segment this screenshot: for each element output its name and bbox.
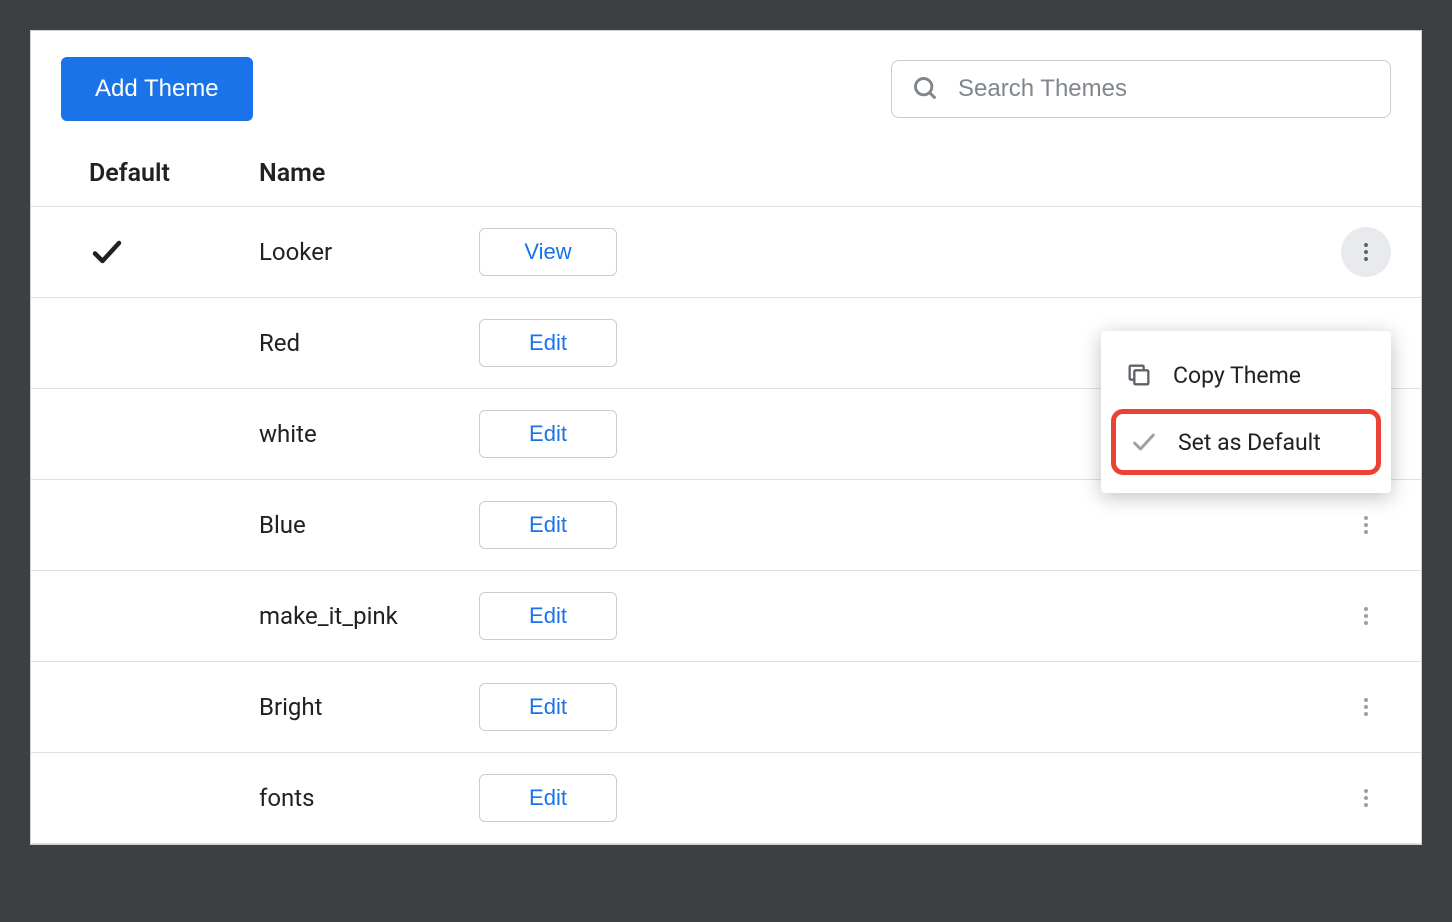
- copy-theme-menu-item[interactable]: Copy Theme: [1101, 345, 1391, 405]
- more-vertical-icon: [1354, 513, 1378, 537]
- theme-name: Blue: [259, 511, 479, 539]
- more-options-button[interactable]: [1341, 500, 1391, 550]
- column-header-name: Name: [259, 159, 479, 188]
- edit-button[interactable]: Edit: [479, 683, 617, 731]
- edit-button[interactable]: Edit: [479, 410, 617, 458]
- menu-item-label: Copy Theme: [1173, 362, 1301, 389]
- table-row: Bright Edit: [31, 662, 1421, 753]
- edit-button[interactable]: Edit: [479, 319, 617, 367]
- theme-name: Looker: [259, 238, 479, 266]
- edit-button[interactable]: Edit: [479, 592, 617, 640]
- more-vertical-icon: [1354, 604, 1378, 628]
- check-icon: [1130, 428, 1158, 456]
- theme-name: white: [259, 420, 479, 448]
- copy-icon: [1125, 361, 1153, 389]
- header: Add Theme: [31, 31, 1421, 141]
- table-row: make_it_pink Edit: [31, 571, 1421, 662]
- search-wrapper[interactable]: [891, 60, 1391, 118]
- more-options-button[interactable]: [1341, 682, 1391, 732]
- edit-button[interactable]: Edit: [479, 774, 617, 822]
- add-theme-button[interactable]: Add Theme: [61, 57, 253, 121]
- more-options-button[interactable]: [1341, 227, 1391, 277]
- theme-name: Red: [259, 329, 479, 357]
- table-row: fonts Edit: [31, 753, 1421, 844]
- theme-name: fonts: [259, 784, 479, 812]
- theme-name: make_it_pink: [259, 602, 479, 630]
- column-header-default: Default: [89, 159, 259, 188]
- set-as-default-menu-item[interactable]: Set as Default: [1111, 409, 1381, 475]
- more-vertical-icon: [1354, 240, 1378, 264]
- more-options-button[interactable]: [1341, 773, 1391, 823]
- view-button[interactable]: View: [479, 228, 617, 276]
- menu-item-label: Set as Default: [1178, 429, 1321, 456]
- more-options-button[interactable]: [1341, 591, 1391, 641]
- search-icon: [912, 75, 940, 103]
- more-vertical-icon: [1354, 786, 1378, 810]
- table-row: Looker View: [31, 207, 1421, 298]
- search-input[interactable]: [958, 75, 1370, 103]
- more-vertical-icon: [1354, 695, 1378, 719]
- themes-panel: Add Theme Default Name: [30, 30, 1422, 845]
- table-row: Blue Edit: [31, 480, 1421, 571]
- table-header: Default Name: [31, 141, 1421, 207]
- more-options-menu: Copy Theme Set as Default: [1101, 331, 1391, 493]
- theme-name: Bright: [259, 693, 479, 721]
- default-cell: [89, 234, 259, 270]
- edit-button[interactable]: Edit: [479, 501, 617, 549]
- check-icon: [89, 234, 125, 270]
